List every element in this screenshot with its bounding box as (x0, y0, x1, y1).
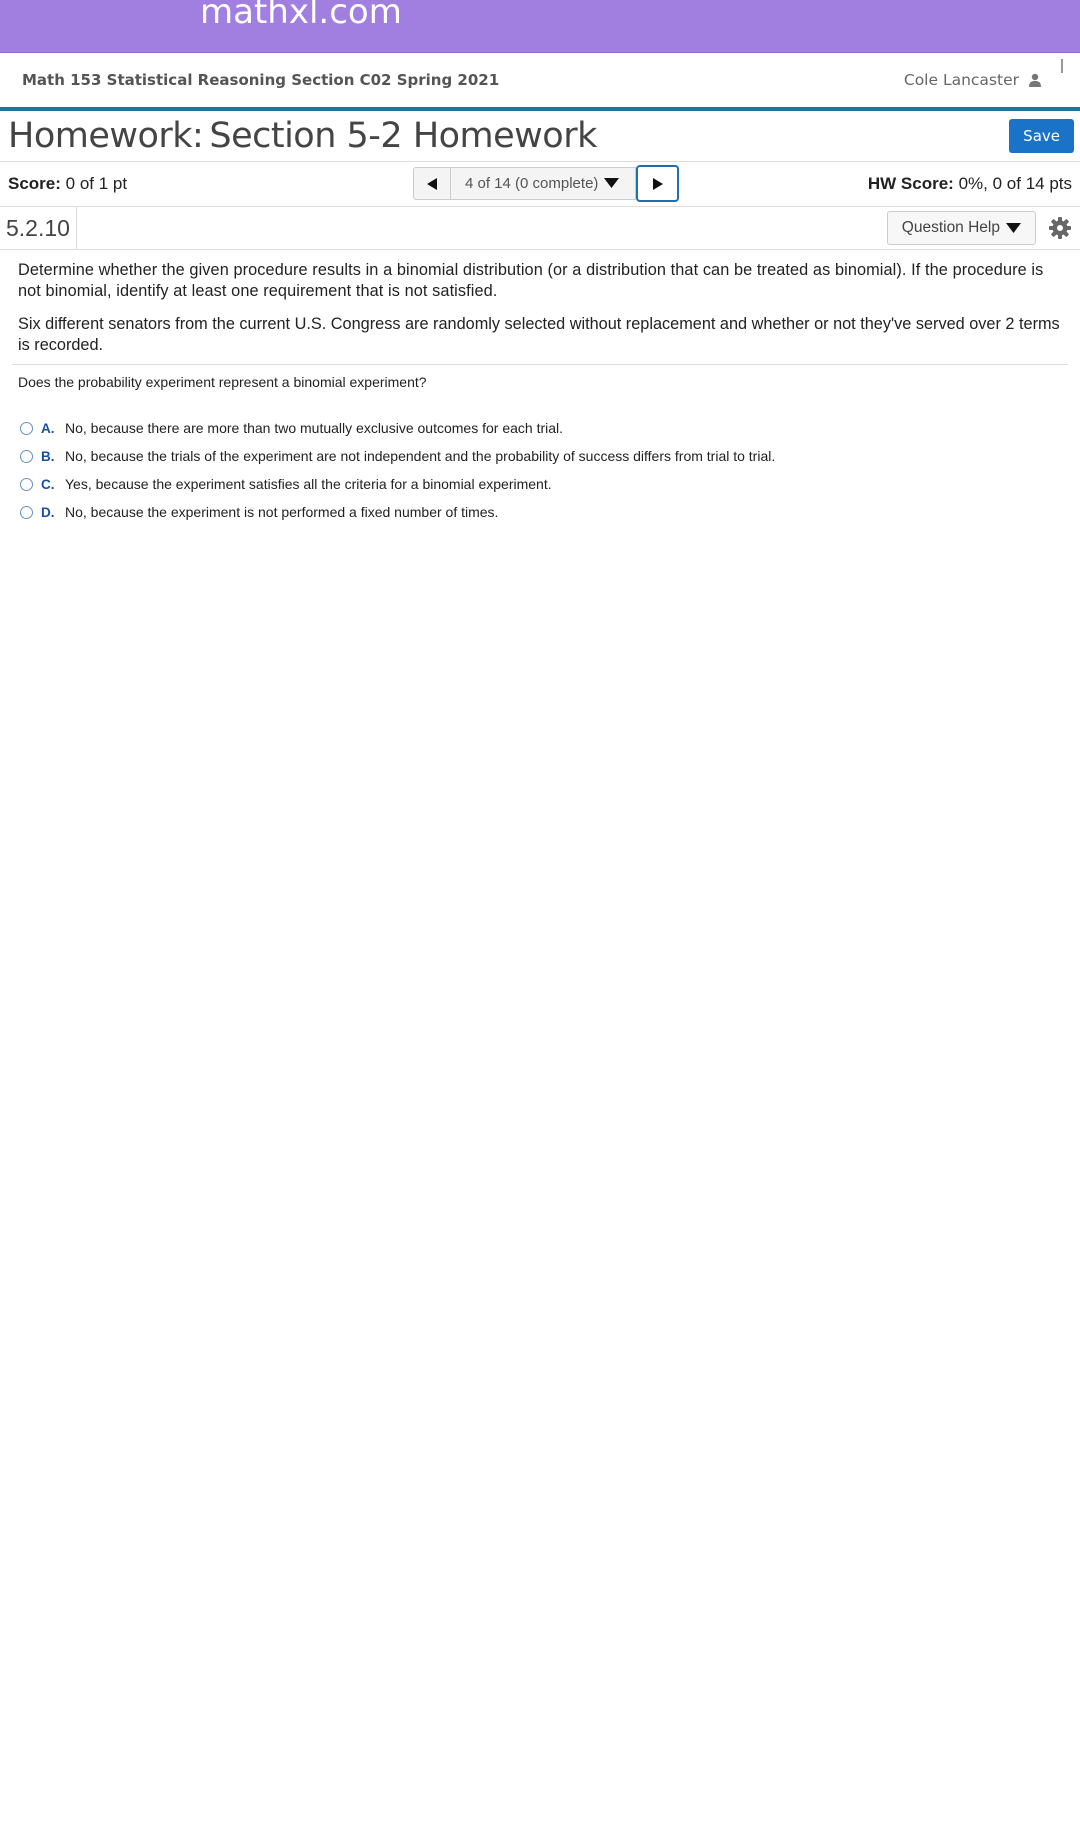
hw-score-value: 0%, 0 of 14 pts (958, 174, 1072, 193)
choice-letter: A. (41, 420, 55, 436)
triangle-right-icon (652, 177, 663, 190)
choice-text: Yes, because the experiment satisfies al… (65, 476, 552, 492)
radio-button[interactable] (20, 449, 33, 463)
question-instructions: Determine whether the given procedure re… (18, 261, 1044, 300)
triangle-down-icon (604, 178, 620, 188)
next-question-button[interactable] (636, 165, 679, 202)
brand-name: mathxl.com (200, 0, 402, 32)
previous-question-button[interactable] (413, 167, 451, 200)
radio-button[interactable] (20, 477, 33, 491)
choice-letter: B. (41, 448, 55, 464)
question-select-dropdown[interactable]: 4 of 14 (0 complete) (451, 167, 636, 200)
question-bar: 5.2.10 Question Help (0, 207, 1080, 250)
top-header-bar: mathxl.com (0, 0, 1080, 53)
homework-score: HW Score: 0%, 0 of 14 pts (868, 174, 1072, 194)
answer-choices: A. No, because there are more than two m… (18, 414, 1062, 526)
question-help-button[interactable]: Question Help (886, 211, 1036, 245)
question-navigator: 4 of 14 (0 complete) (413, 165, 679, 202)
choice-text: No, because the trials of the experiment… (65, 448, 776, 464)
question-score: Score: 0 of 1 pt (8, 174, 127, 194)
question-position: 4 of 14 (0 complete) (465, 175, 599, 192)
edge-marker (1061, 59, 1063, 73)
homework-name: Section 5-2 Homework (209, 116, 597, 156)
homework-title-bar: Homework: Section 5-2 Homework Save (0, 111, 1080, 162)
choice-letter: D. (41, 504, 55, 520)
page-title: Homework: Section 5-2 Homework (8, 116, 597, 156)
save-button[interactable]: Save (1009, 119, 1074, 153)
homework-label: Homework: (8, 116, 204, 156)
user-name: Cole Lancaster (903, 71, 1019, 89)
gear-icon[interactable] (1048, 216, 1072, 240)
question-scenario: Six different senators from the current … (18, 315, 1060, 354)
hw-score-label: HW Score: (867, 174, 954, 193)
radio-button[interactable] (20, 421, 33, 435)
choice-letter: C. (41, 476, 55, 492)
choice-text: No, because there are more than two mutu… (65, 420, 564, 436)
divider (12, 364, 1068, 365)
score-bar: Score: 0 of 1 pt 4 of 14 (0 complete) HW… (0, 162, 1080, 207)
answer-choice-a[interactable]: A. No, because there are more than two m… (20, 414, 1062, 442)
answer-choice-c[interactable]: C. Yes, because the experiment satisfies… (20, 470, 1062, 498)
score-value: 0 of 1 pt (65, 174, 128, 193)
question-content: Determine whether the given procedure re… (0, 250, 1080, 526)
user-icon (1029, 73, 1041, 87)
question-prompt: Does the probability experiment represen… (18, 374, 427, 390)
triangle-left-icon (427, 177, 437, 190)
course-title[interactable]: Math 153 Statistical Reasoning Section C… (22, 71, 499, 89)
choice-text: No, because the experiment is not perfor… (65, 504, 499, 520)
triangle-down-icon (1006, 222, 1021, 233)
answer-choice-b[interactable]: B. No, because the trials of the experim… (20, 442, 1062, 470)
user-menu[interactable]: Cole Lancaster (904, 71, 1042, 89)
course-bar: Math 153 Statistical Reasoning Section C… (0, 53, 1080, 111)
question-number: 5.2.10 (0, 207, 77, 249)
answer-choice-d[interactable]: D. No, because the experiment is not per… (20, 498, 1062, 526)
radio-button[interactable] (20, 505, 33, 519)
question-help-label: Question Help (901, 219, 1000, 236)
score-label: Score: (8, 174, 61, 193)
